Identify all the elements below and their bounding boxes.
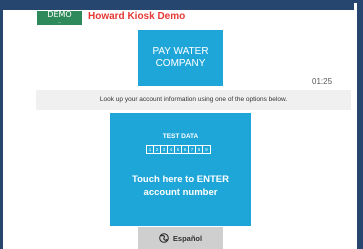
test-digit[interactable]: 4: [168, 146, 175, 153]
test-digit[interactable]: 9: [203, 146, 210, 153]
instruction-text: Look up your account information using o…: [36, 90, 351, 110]
kiosk-title: Howard Kiosk Demo: [88, 11, 186, 22]
top-bar: [0, 0, 354, 10]
enter-account-number-button[interactable]: TEST DATA 1 2 3 4 5 6 7 8 9 Touch here t…: [110, 113, 251, 226]
test-data-label: TEST DATA: [162, 133, 199, 140]
test-digit[interactable]: 1: [147, 146, 154, 153]
language-label: Español: [172, 233, 203, 243]
test-digit[interactable]: 8: [196, 146, 203, 153]
enter-account-text: Touch here to ENTER account number: [110, 173, 251, 199]
session-timer: 01:25: [312, 77, 333, 86]
language-espanol-button[interactable]: Español: [138, 227, 223, 249]
company-logo-line2: COMPANY: [155, 58, 206, 69]
test-digit-row: 1 2 3 4 5 6 7 8 9: [146, 145, 211, 154]
test-digit[interactable]: 6: [182, 146, 189, 153]
company-logo-tile: PAY WATER COMPANY: [138, 30, 223, 86]
globe-icon: [159, 233, 169, 243]
enter-line1: Touch here to ENTER: [132, 174, 229, 185]
company-logo-line1: PAY WATER: [152, 46, 209, 57]
demo-badge: DEMO ...: [37, 11, 82, 25]
demo-badge-sub: ...: [57, 19, 62, 24]
test-digit[interactable]: 7: [189, 146, 196, 153]
test-digit[interactable]: 2: [154, 146, 161, 153]
test-digit[interactable]: 5: [175, 146, 182, 153]
demo-badge-label: DEMO: [47, 11, 72, 19]
enter-line2: account number: [143, 187, 218, 198]
test-digit[interactable]: 3: [161, 146, 168, 153]
